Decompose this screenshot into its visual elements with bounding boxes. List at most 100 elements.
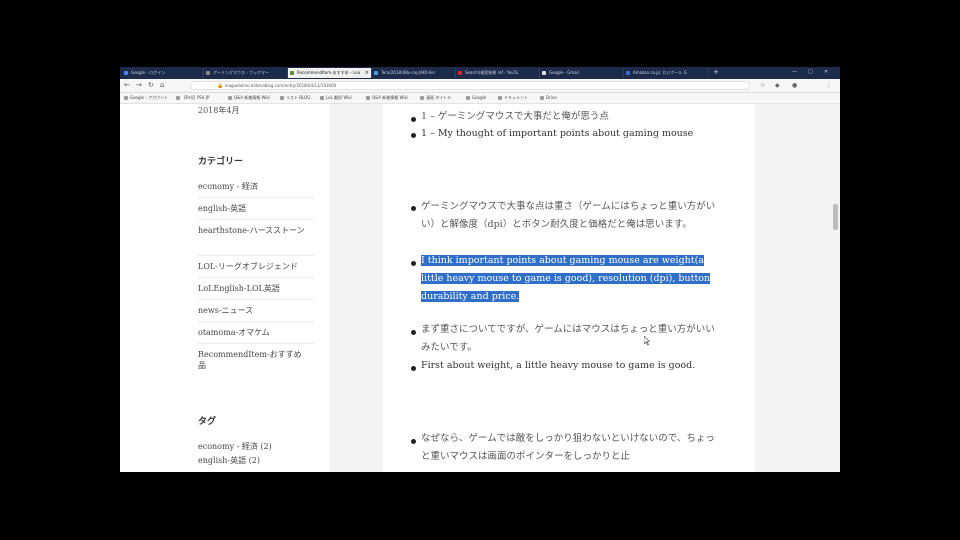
bookmark-item[interactable]: Q&A 新着情報 Wiki (366, 93, 408, 103)
paragraph-ja: ゲーミングマウスで大事な点は重さ（ゲームにはちょっと重い方がいい）と解像度（dp… (421, 201, 716, 230)
menu-icon[interactable]: ⋮ (826, 81, 832, 90)
tab-google[interactable]: Google - ログイン (122, 68, 204, 78)
navigation-bar: ← → ↻ ⌂ 🔒 leaguelolmo.hatenablog.com/ent… (120, 79, 840, 93)
category-link[interactable]: LOL-リーグオブレジェンド (198, 261, 314, 272)
section-heading-ja: 1 – ゲーミングマウスで大事だと俺が思う点 (421, 111, 609, 122)
blog-sidebar: 2018年4月 カテゴリー economy - 経済 english-英語 he… (120, 104, 330, 472)
bookmark-icon (366, 96, 370, 100)
amazon-favicon-icon (626, 71, 630, 75)
extension-icon[interactable]: ◆ (775, 81, 780, 90)
tab-label: Google - Gmail (549, 70, 579, 75)
divider (198, 343, 314, 344)
bookmark-item[interactable]: LoL 翻訳 Wiki (320, 93, 352, 103)
home-icon[interactable]: ⌂ (160, 80, 164, 91)
bookmark-item[interactable]: ドキュメント (498, 93, 528, 103)
category-link[interactable]: otamoma-オマケム (198, 327, 314, 338)
bookmark-item[interactable]: 【Ps4】PS4 JP (176, 93, 209, 103)
tab-youtube[interactable]: Search(検索結果 ref - YouTu (456, 68, 540, 78)
tab-label: Tera(2018)(Blu-ray)/HD-Ver (381, 70, 436, 75)
paragraph-en-selected[interactable]: I think important points about gaming mo… (421, 252, 716, 306)
bookmark-icon (228, 96, 232, 100)
tag-link[interactable]: english-英語 (2) (198, 455, 314, 466)
maximize-button[interactable]: □ (808, 67, 813, 78)
tab-gmail[interactable]: Google - Gmail (540, 68, 624, 78)
selected-text: I think important points about gaming mo… (421, 255, 711, 302)
google-favicon-icon (124, 71, 128, 75)
categories-heading: カテゴリー (198, 157, 244, 167)
new-tab-button[interactable]: + (713, 67, 719, 78)
tab-label: ゲーミングマウス - ブックマー (213, 70, 269, 75)
divider (198, 197, 314, 198)
reload-icon[interactable]: ↻ (148, 80, 154, 91)
video-favicon-icon (374, 71, 378, 75)
address-bar[interactable]: 🔒 leaguelolmo.hatenablog.com/entry/2018/… (190, 81, 750, 90)
bullet (411, 261, 416, 266)
category-link[interactable]: economy - 経済 (198, 181, 314, 192)
tag-link[interactable]: economy - 経済 (2) (198, 441, 314, 452)
bookmark-icon (466, 96, 470, 100)
bookmark-icon (420, 96, 424, 100)
page-viewport: 2018年4月 カテゴリー economy - 経済 english-英語 he… (120, 104, 840, 472)
bullet (411, 439, 416, 444)
star-icon[interactable]: ☆ (760, 81, 765, 90)
category-link[interactable]: hearthstone-ハースストーン (198, 225, 310, 236)
bookmark-icon (498, 96, 502, 100)
tab-label: RecommendItem-おすすめ – Lea (297, 70, 361, 75)
youtube-favicon-icon (458, 71, 462, 75)
bookmark-item[interactable]: Q&A 新着情報 Wiki (228, 93, 270, 103)
bookmark-icon (540, 96, 544, 100)
tab-bookmarks[interactable]: ゲーミングマウス - ブックマー (204, 68, 288, 78)
paragraph-ja: まず重さについてですが、ゲームにはマウスはちょっと重い方がいいみたいです。 (421, 324, 715, 353)
archive-link[interactable]: 2018年4月 (198, 105, 239, 116)
divider (198, 277, 314, 278)
article-content: 1 – ゲーミングマウスで大事だと俺が思う点 1 – My thought of… (383, 104, 755, 472)
tab-label: Search(検索結果 ref - YouTu (465, 70, 519, 75)
divider (198, 219, 314, 220)
bookmark-item[interactable]: Google - アカウント (124, 93, 168, 103)
scrollbar-thumb[interactable] (833, 204, 838, 230)
bullet (411, 117, 416, 122)
category-link[interactable]: LoLEnglish-LOL英語 (198, 283, 314, 294)
bookmark-item[interactable]: Google (466, 93, 486, 103)
tab-bar: Google - ログイン ゲーミングマウス - ブックマー Recommend… (120, 67, 840, 79)
bookmark-item[interactable]: Drive (540, 93, 557, 103)
tab-tera[interactable]: Tera(2018)(Blu-ray)/HD-Ver (372, 68, 456, 78)
bullet (411, 133, 416, 138)
profile-icon[interactable]: ● (792, 81, 797, 90)
url-text: leaguelolmo.hatenablog.com/entry/2018/04… (225, 83, 337, 88)
category-link[interactable]: english-英語 (198, 203, 314, 214)
bookmark-icon (124, 96, 128, 100)
close-window-button[interactable]: ✕ (824, 67, 828, 78)
bullet (411, 206, 416, 211)
divider (198, 255, 314, 256)
paragraph-en: First about weight, a little heavy mouse… (421, 360, 696, 371)
bookmarks-bar: Google - アカウント 【Ps4】PS4 JP Q&A 新着情報 Wiki… (120, 93, 840, 104)
divider (198, 299, 314, 300)
page-favicon-icon (206, 71, 210, 75)
paragraph-ja: なぜなら、ゲームでは敵をしっかり狙わないといけないので、ちょっと重いマウスは画面… (421, 433, 715, 462)
tab-close-icon[interactable]: × (365, 68, 369, 78)
tab-label: Amazon.co.jp: ロジクール G (633, 70, 687, 75)
category-link[interactable]: news-ニュース (198, 305, 314, 316)
bookmark-item[interactable]: 漫画 タイトル (420, 93, 451, 103)
tags-heading: タグ (198, 417, 217, 427)
minimize-button[interactable]: — (792, 67, 797, 78)
gmail-favicon-icon (542, 71, 546, 75)
category-link[interactable]: RecommendItem-おすすめ品 (198, 349, 306, 371)
back-arrow-icon[interactable]: ← (124, 80, 130, 91)
section-heading-en: 1 – My thought of important points about… (421, 128, 694, 139)
tab-amazon[interactable]: Amazon.co.jp: ロジクール G (624, 68, 708, 78)
tab-recommend-item[interactable]: RecommendItem-おすすめ – Lea × (288, 68, 372, 78)
divider (198, 321, 314, 322)
tab-label: Google - ログイン (131, 70, 166, 75)
forward-arrow-icon[interactable]: → (136, 80, 142, 91)
mouse-cursor-icon (644, 336, 650, 345)
bookmark-icon (280, 96, 284, 100)
bullet (411, 366, 416, 371)
blog-favicon-icon (290, 71, 294, 75)
bookmark-icon (320, 96, 324, 100)
browser-window: Google - ログイン ゲーミングマウス - ブックマー Recommend… (120, 67, 840, 472)
bookmark-icon (176, 96, 180, 100)
bookmark-item[interactable]: リスト BLOG (280, 93, 310, 103)
lock-icon: 🔒 (217, 83, 224, 89)
